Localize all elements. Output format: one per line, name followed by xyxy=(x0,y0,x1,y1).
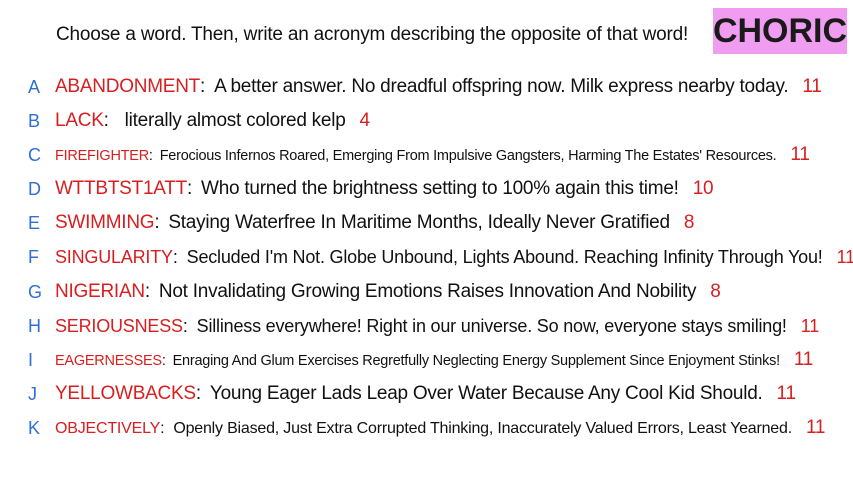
item-body: YELLOWBACKS: Young Eager Lads Leap Over W… xyxy=(55,383,796,405)
item-body: WTTBTST1ATT: Who turned the brightness se… xyxy=(55,178,714,200)
item-acronym: Silliness everywhere! Right in our unive… xyxy=(196,315,787,336)
item-letter: K xyxy=(28,417,41,438)
item-letter: F xyxy=(28,246,39,267)
item-colon: : xyxy=(144,281,150,302)
item-count: 11 xyxy=(776,383,796,404)
item-word: WTTBTST1ATT xyxy=(55,178,187,199)
item-colon: : xyxy=(172,246,178,267)
item-acronym: literally almost colored kelp xyxy=(124,110,346,131)
item-letter: I xyxy=(28,349,34,370)
item-count: 11 xyxy=(790,144,810,165)
item-count: 11 xyxy=(805,417,826,438)
item-count: 8 xyxy=(710,281,721,302)
item-word: SERIOUSNESS xyxy=(55,315,183,336)
item-acronym: Enraging And Glum Exercises Regretfully … xyxy=(172,353,781,369)
item-letter: B xyxy=(28,110,41,131)
item-letter: A xyxy=(28,76,41,97)
item-colon: : xyxy=(103,110,109,131)
item-acronym: Openly Biased, Just Extra Corrupted Thin… xyxy=(173,420,792,437)
item-body: SINGULARITY: Secluded I'm Not. Globe Unbo… xyxy=(55,247,853,268)
item-body: ABANDONMENT: A better answer. No dreadful… xyxy=(55,76,822,98)
item-colon: : xyxy=(160,420,165,437)
item-acronym: A better answer. No dreadful offspring n… xyxy=(214,76,789,97)
item-colon: : xyxy=(154,212,160,233)
item-letter: E xyxy=(28,212,41,233)
item-count: 8 xyxy=(683,212,695,233)
item-count: 11 xyxy=(836,246,853,267)
item-count: 4 xyxy=(359,110,371,131)
item-count: 11 xyxy=(802,76,822,97)
item-letter: C xyxy=(28,144,41,165)
item-body: OBJECTIVELY: Openly Biased, Just Extra Co… xyxy=(55,417,825,439)
item-letter: H xyxy=(28,315,41,336)
item-word: SINGULARITY xyxy=(55,246,173,267)
item-acronym: Who turned the brightness setting to 100… xyxy=(201,178,679,199)
item-colon: : xyxy=(187,178,193,199)
item-body: LACK: literally almost colored kelp 4 xyxy=(55,110,370,132)
item-colon: : xyxy=(148,148,153,164)
item-count: 10 xyxy=(692,178,714,199)
item-colon: : xyxy=(195,383,201,404)
item-word: EAGERNESSES xyxy=(55,353,162,369)
item-acronym: Not Invalidating Growing Emotions Raises… xyxy=(158,281,697,302)
item-body: SERIOUSNESS: Silliness everywhere! Right … xyxy=(55,316,819,337)
item-acronym: Secluded I'm Not. Globe Unbound, Lights … xyxy=(186,246,823,267)
item-word: YELLOWBACKS xyxy=(55,383,196,404)
item-colon: : xyxy=(161,353,166,369)
choric-badge: CHORIC xyxy=(713,8,847,54)
item-body: EAGERNESSES: Enraging And Glum Exercises … xyxy=(55,349,813,371)
item-colon: : xyxy=(200,76,206,97)
item-word: NIGERIAN xyxy=(55,281,145,302)
item-count: 11 xyxy=(793,349,814,370)
item-letter: J xyxy=(28,383,37,404)
item-body: SWIMMING: Staying Waterfree In Maritime M… xyxy=(55,212,694,234)
item-acronym: Ferocious Infernos Roared, Emerging From… xyxy=(159,148,777,164)
item-word: SWIMMING xyxy=(55,212,155,233)
item-word: LACK xyxy=(55,110,104,131)
item-acronym: Staying Waterfree In Maritime Months, Id… xyxy=(168,212,670,233)
item-body: NIGERIAN: Not Invalidating Growing Emotio… xyxy=(55,281,721,303)
item-word: ABANDONMENT xyxy=(55,76,201,97)
item-word: FIREFIGHTER xyxy=(55,148,149,164)
item-acronym: Young Eager Lads Leap Over Water Because… xyxy=(209,383,763,404)
item-letter: G xyxy=(28,281,43,302)
item-count: 11 xyxy=(800,315,820,336)
item-word: OBJECTIVELY xyxy=(55,420,161,437)
item-letter: D xyxy=(28,178,41,199)
instruction-text: Choose a word. Then, write an acronym de… xyxy=(56,24,689,45)
item-colon: : xyxy=(182,315,188,336)
item-body: FIREFIGHTER: Ferocious Infernos Roared, E… xyxy=(55,144,810,166)
